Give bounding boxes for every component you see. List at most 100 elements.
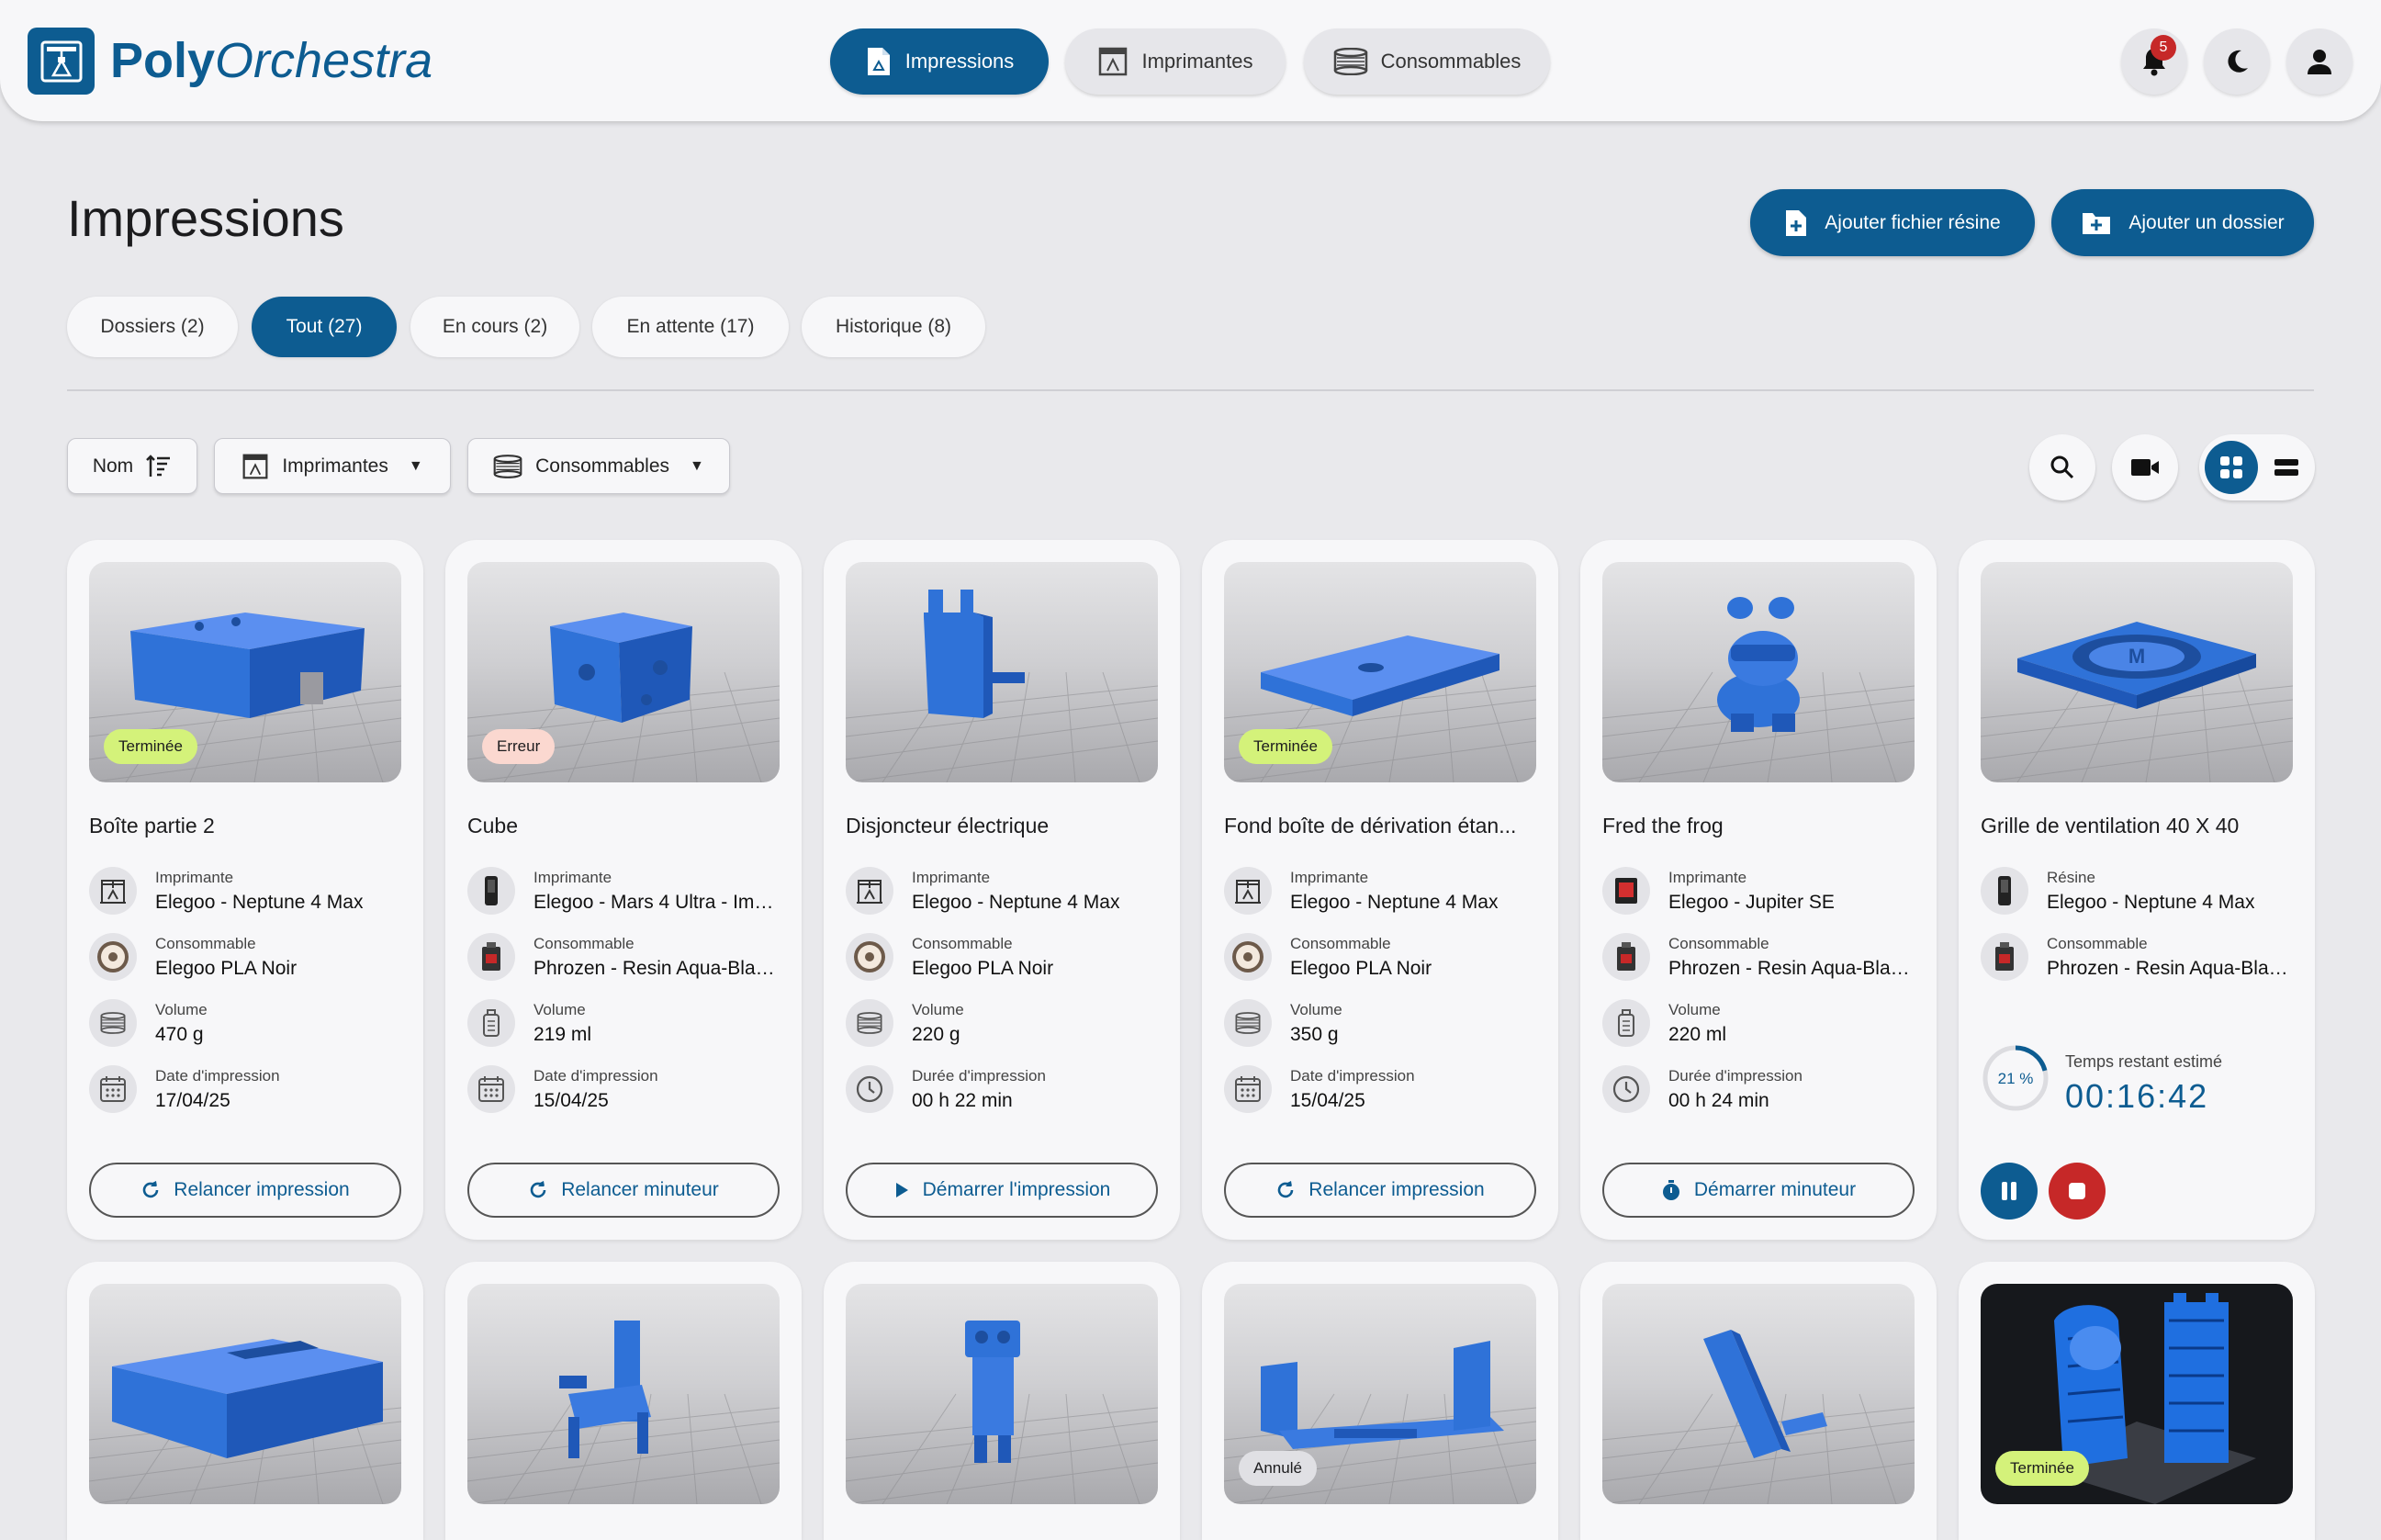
account-button[interactable] bbox=[2286, 28, 2353, 95]
info-value: Elegoo PLA Noir bbox=[912, 958, 1054, 979]
page-title: Impressions bbox=[67, 189, 344, 247]
button-label: Relancer minuteur bbox=[561, 1179, 719, 1200]
folder-add-icon bbox=[2083, 212, 2111, 234]
info-row: Durée d'impression 00 h 22 min bbox=[846, 1062, 1158, 1117]
info-row: Consommable Elegoo PLA Noir bbox=[1224, 929, 1536, 984]
info-label: Durée d'impression bbox=[912, 1067, 1046, 1085]
camera-button[interactable] bbox=[2112, 434, 2178, 500]
list-icon bbox=[2274, 459, 2298, 476]
sort-by-name-button[interactable]: Nom bbox=[67, 438, 197, 494]
print-card[interactable]: Annulé bbox=[1202, 1262, 1558, 1540]
list-view-button[interactable] bbox=[2260, 441, 2313, 494]
tab-dossiers[interactable]: Dossiers (2) bbox=[67, 297, 238, 357]
print-card[interactable]: M Grille de ventilation 40 X 40 Résine Eleg… bbox=[1959, 540, 2315, 1240]
bottle-icon bbox=[467, 999, 515, 1047]
tab-tout[interactable]: Tout (27) bbox=[252, 297, 397, 357]
card-action-button[interactable]: Relancer impression bbox=[1224, 1163, 1536, 1218]
info-value: 15/04/25 bbox=[533, 1090, 609, 1111]
status-badge: Terminée bbox=[1995, 1451, 2089, 1486]
app-logo-icon[interactable] bbox=[28, 28, 95, 95]
model-preview-image[interactable]: Terminée bbox=[1224, 562, 1536, 782]
stack-icon bbox=[1224, 999, 1272, 1047]
video-camera-icon bbox=[2131, 459, 2159, 476]
info-row: Imprimante Elegoo - Neptune 4 Max bbox=[846, 863, 1158, 918]
model-preview-image[interactable] bbox=[1602, 562, 1915, 782]
filament-spool-icon bbox=[1224, 933, 1272, 981]
theme-toggle-button[interactable] bbox=[2204, 28, 2270, 95]
print-card[interactable] bbox=[445, 1262, 802, 1540]
stop-button[interactable] bbox=[2049, 1163, 2106, 1220]
info-row: Volume 219 ml bbox=[467, 995, 780, 1051]
search-button[interactable] bbox=[2029, 434, 2095, 500]
model-preview-image[interactable] bbox=[89, 1284, 401, 1504]
button-label: Relancer impression bbox=[1308, 1179, 1485, 1200]
info-row: Volume 470 g bbox=[89, 995, 401, 1051]
info-label: Volume bbox=[155, 1001, 208, 1018]
info-value: Phrozen - Resin Aqua-Blac... bbox=[533, 958, 780, 979]
model-preview-image[interactable]: Erreur bbox=[467, 562, 780, 782]
model-preview-image[interactable] bbox=[1602, 1284, 1915, 1504]
grid-icon bbox=[2220, 456, 2242, 478]
sort-label: Nom bbox=[92, 455, 134, 477]
model-preview-image[interactable]: M bbox=[1981, 562, 2293, 782]
info-value: Elegoo - Jupiter SE bbox=[1668, 892, 1835, 913]
print-card[interactable] bbox=[1580, 1262, 1937, 1540]
info-value: 00 h 22 min bbox=[912, 1090, 1013, 1111]
card-title: Fred the frog bbox=[1602, 814, 1724, 837]
model-preview-image[interactable] bbox=[846, 562, 1158, 782]
print-card[interactable] bbox=[67, 1262, 423, 1540]
card-action-button[interactable]: Relancer impression bbox=[89, 1163, 401, 1218]
nav-tab-consommables[interactable]: Consommables bbox=[1304, 28, 1550, 95]
info-value: 220 ml bbox=[1668, 1024, 1727, 1045]
timer-label: Temps restant estimé bbox=[2065, 1052, 2223, 1071]
print-card[interactable]: Terminée bbox=[1959, 1262, 2315, 1540]
print-card[interactable]: Terminée Fond boîte de dérivation étan...… bbox=[1202, 540, 1558, 1240]
button-label: Ajouter un dossier bbox=[2128, 211, 2285, 233]
info-label: Date d'impression bbox=[1290, 1067, 1415, 1085]
info-row: Volume 350 g bbox=[1224, 995, 1536, 1051]
info-value: Elegoo - Neptune 4 Max bbox=[912, 892, 1120, 913]
card-action-button[interactable]: Démarrer minuteur bbox=[1602, 1163, 1915, 1218]
print-card[interactable]: Erreur Cube Imprimante Elegoo - Mars 4 Ultr… bbox=[445, 540, 802, 1240]
info-label: Volume bbox=[912, 1001, 964, 1018]
dropdown-label: Imprimantes bbox=[282, 455, 388, 477]
info-value: Elegoo PLA Noir bbox=[155, 958, 298, 979]
clock-icon bbox=[846, 1065, 893, 1113]
grid-view-button[interactable] bbox=[2205, 441, 2258, 494]
info-row: Volume 220 ml bbox=[1602, 995, 1915, 1051]
info-value: 350 g bbox=[1290, 1024, 1339, 1045]
nav-tab-imprimantes[interactable]: Imprimantes bbox=[1065, 28, 1286, 95]
card-action-button[interactable]: Démarrer l'impression bbox=[846, 1163, 1158, 1218]
info-value: Elegoo - Mars 4 Ultra - Imp... bbox=[533, 892, 780, 913]
model-preview-image[interactable]: Terminée bbox=[89, 562, 401, 782]
info-label: Volume bbox=[533, 1001, 586, 1018]
print-card[interactable]: Fred the frog Imprimante Elegoo - Jupiter … bbox=[1580, 540, 1937, 1240]
tab-en-cours[interactable]: En cours (2) bbox=[410, 297, 579, 357]
add-resin-file-button[interactable]: Ajouter fichier résine bbox=[1750, 189, 2035, 256]
resin-printer-icon bbox=[467, 867, 515, 915]
model-preview-image[interactable]: Annulé bbox=[1224, 1284, 1536, 1504]
add-folder-button[interactable]: Ajouter un dossier bbox=[2051, 189, 2314, 256]
info-row: Consommable Phrozen - Resin Aqua-Blac... bbox=[1981, 929, 2293, 984]
model-preview-image[interactable] bbox=[467, 1284, 780, 1504]
view-mode-toggle bbox=[2199, 434, 2315, 500]
pause-button[interactable] bbox=[1981, 1163, 2038, 1220]
nav-tab-impressions[interactable]: Impressions bbox=[830, 28, 1049, 95]
model-preview-image[interactable]: Terminée bbox=[1981, 1284, 2293, 1504]
model-preview-image[interactable] bbox=[846, 1284, 1158, 1504]
info-row: Date d'impression 15/04/25 bbox=[1224, 1062, 1536, 1117]
nav-tab-label: Impressions bbox=[904, 50, 1015, 73]
info-value: 219 ml bbox=[533, 1024, 592, 1045]
printer-filter-dropdown[interactable]: Imprimantes ▼ bbox=[214, 438, 451, 494]
print-card[interactable] bbox=[824, 1262, 1180, 1540]
info-label: Imprimante bbox=[1290, 869, 1369, 886]
print-card[interactable]: Terminée Boîte partie 2 Imprimante Elegoo -… bbox=[67, 540, 423, 1240]
consumable-filter-dropdown[interactable]: Consommables ▼ bbox=[467, 438, 730, 494]
card-action-button[interactable]: Relancer minuteur bbox=[467, 1163, 780, 1218]
info-label: Consommable bbox=[533, 935, 635, 952]
tab-historique[interactable]: Historique (8) bbox=[802, 297, 985, 357]
nav-tab-label: Imprimantes bbox=[1141, 50, 1253, 73]
notifications-button[interactable]: 5 bbox=[2121, 28, 2187, 95]
print-card[interactable]: Disjoncteur électrique Imprimante Elegoo -… bbox=[824, 540, 1180, 1240]
tab-en-attente[interactable]: En attente (17) bbox=[592, 297, 789, 357]
